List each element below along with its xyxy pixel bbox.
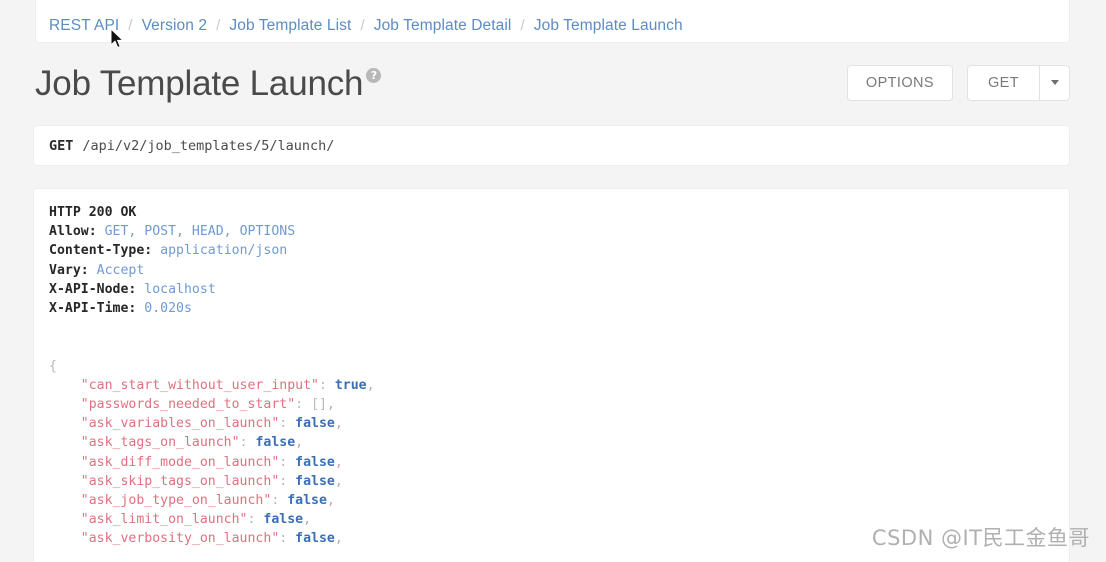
breadcrumb-separator: / (520, 17, 525, 34)
breadcrumb-item-rest-api[interactable]: REST API (49, 17, 119, 35)
breadcrumb-separator: / (360, 17, 365, 34)
json-key: "ask_diff_mode_on_launch" (80, 454, 280, 470)
breadcrumb-separator: / (216, 17, 221, 34)
json-value: false (255, 435, 296, 451)
json-value: false (295, 531, 335, 547)
get-dropdown-toggle[interactable] (1039, 64, 1070, 102)
json-value: true (334, 377, 367, 393)
response-header-value: GET, POST, HEAD, OPTIONS (104, 224, 296, 240)
json-value: false (295, 454, 335, 470)
get-button[interactable]: GET (966, 64, 1039, 102)
page-title-text: Job Template Launch (35, 63, 364, 103)
json-key: "ask_skip_tags_on_launch" (80, 473, 280, 489)
breadcrumb-item-version-2[interactable]: Version 2 (142, 17, 208, 35)
json-value: false (295, 473, 335, 489)
json-value: false (263, 512, 304, 528)
json-key: "ask_job_type_on_launch" (80, 493, 272, 509)
header-actions: OPTIONS GET (846, 64, 1070, 102)
json-key: "passwords_needed_to_start" (80, 397, 296, 413)
page-header: Job Template Launch ? OPTIONS GET (35, 57, 1070, 109)
response-content: HTTP 200 OK Allow: GET, POST, HEAD, OPTI… (49, 205, 375, 547)
response-header-name: X-API-Node: (49, 281, 137, 297)
request-path: /api/v2/job_templates/5/launch/ (82, 137, 335, 154)
breadcrumb-item-job-template-detail[interactable]: Job Template Detail (374, 17, 512, 35)
json-comma: , (334, 454, 343, 470)
response-header-name: X-API-Time: (49, 301, 137, 317)
json-value: false (287, 493, 327, 509)
response-status-line: HTTP 200 OK (49, 205, 137, 220)
breadcrumb-separator: / (128, 17, 133, 34)
json-value: [] (311, 397, 327, 413)
json-comma: , (334, 473, 343, 489)
help-icon[interactable]: ? (366, 67, 382, 83)
json-comma: , (326, 397, 335, 413)
response-header-name: Vary: (49, 262, 89, 278)
json-value: false (295, 416, 335, 432)
json-comma: , (366, 377, 375, 393)
breadcrumb-item-job-template-launch[interactable]: Job Template Launch (534, 17, 683, 35)
request-bar: GET /api/v2/job_templates/5/launch/ (33, 125, 1070, 166)
response-header-value: Accept (96, 262, 145, 278)
options-button[interactable]: OPTIONS (846, 64, 953, 102)
watermark: CSDN @IT民工金鱼哥 (871, 526, 1090, 550)
json-comma: , (334, 531, 343, 547)
response-header-value: 0.020s (144, 301, 192, 317)
json-comma: , (326, 493, 335, 509)
response-header-value: localhost (144, 281, 216, 297)
json-key: "ask_variables_on_launch" (80, 416, 280, 432)
page-title: Job Template Launch ? (35, 63, 382, 103)
json-comma: , (303, 512, 312, 528)
breadcrumb-item-job-template-list[interactable]: Job Template List (229, 17, 351, 35)
json-key: "can_start_without_user_input" (80, 377, 319, 393)
breadcrumb: REST API / Version 2 / Job Template List… (49, 17, 683, 35)
get-split-button: GET (966, 64, 1070, 102)
breadcrumb-card: REST API / Version 2 / Job Template List… (35, 0, 1070, 43)
json-comma: , (334, 416, 343, 432)
json-comma: , (295, 435, 304, 451)
response-header-name: Content-Type: (49, 243, 153, 259)
response-header-value: application/json (160, 243, 288, 259)
json-key: "ask_limit_on_launch" (80, 512, 248, 528)
chevron-down-icon (1050, 80, 1059, 86)
response-panel: HTTP 200 OK Allow: GET, POST, HEAD, OPTI… (33, 188, 1070, 562)
json-open-brace: { (49, 358, 57, 374)
json-key: "ask_verbosity_on_launch" (80, 531, 280, 547)
json-key: "ask_tags_on_launch" (80, 435, 240, 451)
response-header-name: Allow: (49, 224, 97, 240)
request-method: GET (49, 137, 74, 154)
